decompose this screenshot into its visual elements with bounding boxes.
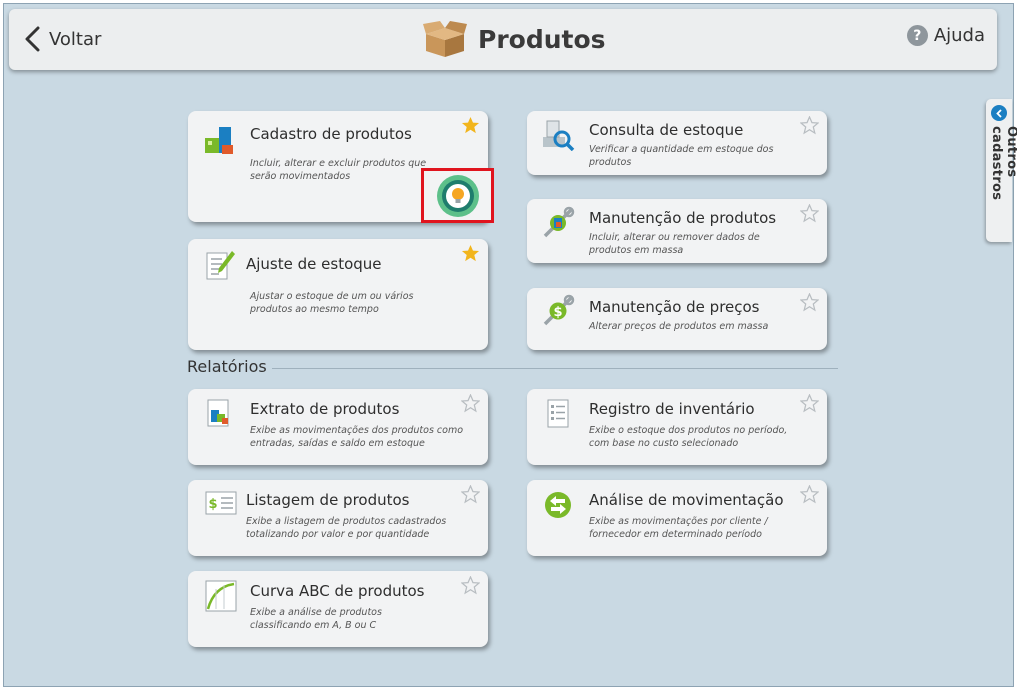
svg-text:$: $: [553, 305, 562, 320]
app-frame: [3, 3, 1014, 687]
card-consulta-estoque[interactable]: Consulta de estoque Verificar a quantida…: [527, 111, 827, 175]
product-tools-icon: [543, 206, 575, 238]
card-description: Exibe as movimentações por cliente / for…: [589, 516, 768, 540]
card-title: Curva ABC de produtos: [250, 582, 425, 600]
star-outline-icon[interactable]: [461, 576, 480, 595]
page-title-group: Produtos: [422, 19, 606, 59]
help-icon: ?: [906, 25, 928, 46]
card-listagem-produtos[interactable]: $ Listagem de produtos Exibe a listagem …: [188, 480, 488, 556]
side-tab-label: Outros cadastros: [989, 126, 1017, 201]
card-extrato-produtos[interactable]: Extrato de produtos Exibe as movimentaçõ…: [188, 389, 488, 465]
star-filled-icon[interactable]: [461, 244, 480, 263]
card-title: Cadastro de produtos: [250, 125, 412, 143]
chevron-left-icon: [25, 26, 40, 52]
card-description: Ajustar o estoque de um ou vários produt…: [250, 291, 414, 315]
card-manutencao-precos[interactable]: $ Manutenção de preços Alterar preços de…: [527, 288, 827, 350]
exchange-arrows-icon: [545, 492, 571, 518]
card-description: Incluir, alterar e excluir produtos que …: [250, 158, 427, 182]
card-description: Exibe o estoque dos produtos no período,…: [589, 425, 788, 449]
help-button[interactable]: ? Ajuda: [906, 25, 985, 46]
section-title-reports: Relatórios: [187, 357, 267, 376]
card-title: Extrato de produtos: [250, 400, 400, 418]
card-ajuste-estoque[interactable]: Ajuste de estoque Ajustar o estoque de u…: [188, 239, 488, 350]
other-registrations-tab[interactable]: Outros cadastros: [986, 99, 1017, 242]
card-title: Análise de movimentação: [589, 491, 784, 509]
card-description: Exibe as movimentações dos produtos como…: [250, 425, 464, 449]
svg-text:$: $: [208, 497, 217, 512]
section-divider: [272, 368, 838, 369]
star-outline-icon[interactable]: [800, 394, 819, 413]
card-description: Incluir, alterar ou remover dados de pro…: [589, 232, 760, 256]
card-description: Verificar a quantidade em estoque dos pr…: [589, 144, 774, 168]
product-register-icon: [205, 127, 233, 154]
card-curva-abc[interactable]: Curva ABC de produtos Exibe a análise de…: [188, 571, 488, 647]
card-title: Registro de inventário: [589, 400, 755, 418]
star-outline-icon[interactable]: [800, 293, 819, 312]
back-button[interactable]: Voltar: [23, 23, 101, 55]
star-filled-icon[interactable]: [461, 116, 480, 135]
product-statement-icon: [207, 399, 229, 427]
star-outline-icon[interactable]: [800, 116, 819, 135]
card-description: Exibe a listagem de produtos cadastrados…: [246, 516, 447, 540]
stock-search-icon: [543, 120, 575, 151]
page-title: Produtos: [478, 24, 606, 54]
card-description: Alterar preços de produtos em massa: [589, 321, 769, 332]
inventory-list-icon: [547, 399, 569, 428]
help-label: Ajuda: [933, 25, 985, 46]
box-icon: [423, 21, 467, 57]
checklist-pencil-icon: [206, 251, 235, 280]
card-manutencao-produtos[interactable]: Manutenção de produtos Incluir, alterar …: [527, 199, 827, 263]
tip-button[interactable]: [421, 168, 494, 223]
card-registro-inventario[interactable]: Registro de inventário Exibe o estoque d…: [527, 389, 827, 465]
card-title: Listagem de produtos: [246, 491, 410, 509]
chevron-left-circle-icon: [991, 105, 1007, 121]
card-title: Consulta de estoque: [589, 121, 744, 139]
back-label: Voltar: [49, 28, 102, 50]
card-description: Exibe a análise de produtos classificand…: [250, 607, 382, 631]
card-title: Manutenção de produtos: [589, 209, 777, 227]
header-bar: Voltar Produtos ? Ajuda: [9, 9, 997, 70]
star-outline-icon[interactable]: [800, 204, 819, 223]
star-outline-icon[interactable]: [461, 485, 480, 504]
star-outline-icon[interactable]: [800, 485, 819, 504]
lightbulb-icon: [436, 174, 479, 217]
price-tools-icon: $: [543, 294, 575, 326]
dollar-list-icon: $: [205, 491, 237, 515]
abc-curve-icon: [205, 580, 237, 612]
card-title: Manutenção de preços: [589, 298, 760, 316]
card-analise-movimentacao[interactable]: Análise de movimentação Exibe as movimen…: [527, 480, 827, 556]
star-outline-icon[interactable]: [461, 394, 480, 413]
card-title: Ajuste de estoque: [246, 255, 382, 273]
